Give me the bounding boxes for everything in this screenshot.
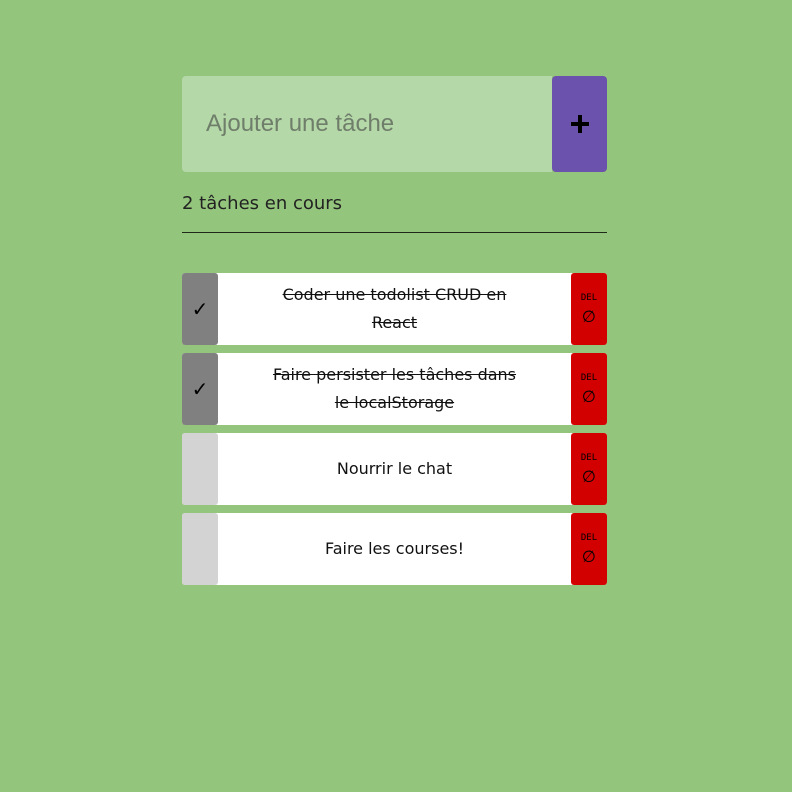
pending-tasks-counter: 2 tâches en cours [182,193,343,214]
delete-task-button[interactable]: DEL ∅ [571,273,607,345]
task-checkbox[interactable]: ✓ [182,353,218,425]
delete-task-button[interactable]: DEL ∅ [571,433,607,505]
task-text: Faire les courses! [324,539,465,558]
task-item: ✓ Coder une todolist CRUD en React DEL ∅ [182,273,607,345]
delete-label: DEL [580,293,598,303]
task-text: Faire persister les tâches dans le local… [272,365,517,412]
todo-app: 2 tâches en cours ✓ Coder une todolist C… [182,76,607,593]
delete-label: DEL [580,533,598,543]
task-item: Faire les courses! DEL ∅ [182,513,607,585]
add-task-button[interactable] [552,76,607,172]
plus-icon [570,115,589,133]
task-checkbox[interactable] [182,513,218,585]
task-checkbox[interactable]: ✓ [182,273,218,345]
empty-set-icon: ∅ [582,387,596,406]
task-checkbox[interactable] [182,433,218,505]
empty-set-icon: ∅ [582,547,596,566]
task-list: ✓ Coder une todolist CRUD en React DEL ∅… [182,273,607,585]
empty-set-icon: ∅ [582,467,596,486]
divider [182,232,607,233]
task-item: ✓ Faire persister les tâches dans le loc… [182,353,607,425]
delete-task-button[interactable]: DEL ∅ [571,353,607,425]
task-text: Nourrir le chat [336,459,453,478]
delete-label: DEL [580,453,598,463]
task-text: Coder une todolist CRUD en React [282,285,507,332]
empty-set-icon: ∅ [582,307,596,326]
checkmark-icon: ✓ [191,297,209,321]
add-task-input[interactable] [182,76,552,172]
add-task-form [182,76,607,172]
task-item: Nourrir le chat DEL ∅ [182,433,607,505]
delete-label: DEL [580,373,598,383]
delete-task-button[interactable]: DEL ∅ [571,513,607,585]
checkmark-icon: ✓ [191,377,209,401]
